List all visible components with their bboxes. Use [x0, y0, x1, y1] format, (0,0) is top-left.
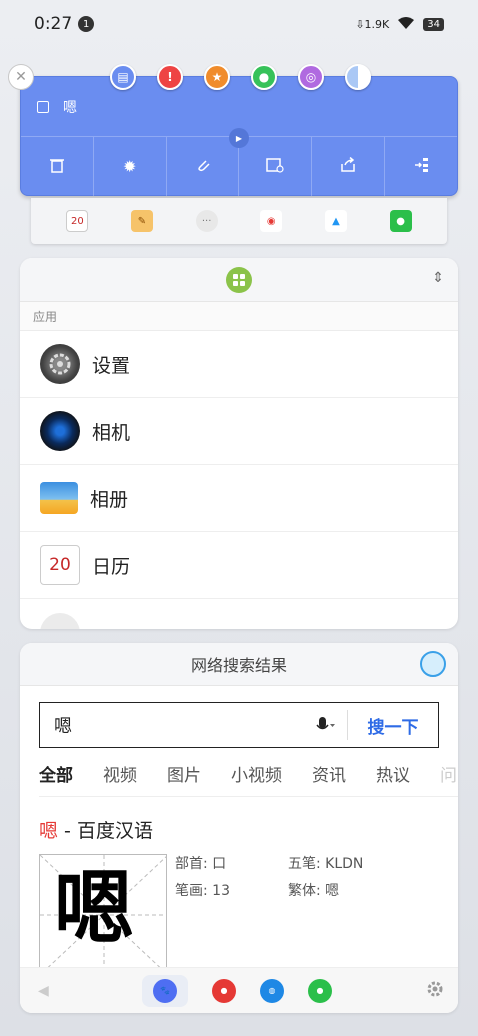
trash-icon	[49, 157, 65, 177]
app-item-calendar[interactable]: 20 日历	[20, 532, 458, 599]
apps-panel-header: ⇕	[20, 258, 458, 302]
upload-share-icon[interactable]: ▲	[324, 210, 347, 232]
notification-count-badge: 1	[78, 16, 95, 32]
status-bar: 0:27 1 ⇩1.9K 34	[0, 0, 478, 48]
result-title-text: - 百度汉语	[58, 820, 153, 842]
tab-images[interactable]: 图片	[167, 761, 201, 796]
back-arrow-icon[interactable]: ◀	[38, 983, 49, 999]
wifi-icon	[397, 16, 415, 33]
app-item-partial[interactable]	[20, 599, 458, 629]
apps-panel: ⇕ 应用 设置 相机 相册 20 日历	[20, 258, 458, 629]
app-label: 日历	[92, 555, 131, 578]
sort-icon[interactable]: ⇕	[432, 270, 444, 286]
engine-dock: 🐾 ● ◍ ●	[142, 974, 332, 1007]
expand-play-icon[interactable]: ▶	[229, 128, 249, 148]
search-input[interactable]	[40, 703, 304, 747]
red-engine-icon[interactable]: ●	[212, 978, 236, 1003]
color-blue-icon[interactable]: ▤	[110, 64, 136, 90]
camera-lens-icon	[40, 411, 80, 451]
color-green-icon[interactable]: ●	[251, 64, 277, 90]
message-share-icon[interactable]: ···	[195, 210, 218, 232]
calendar-clock-icon	[266, 157, 284, 177]
color-purple-icon[interactable]: ◎	[298, 64, 324, 90]
baidu-paw-icon: 🐾	[153, 978, 177, 1003]
app-item-camera[interactable]: 相机	[20, 398, 458, 465]
wechat-engine-icon[interactable]: ●	[308, 978, 332, 1003]
share-icon	[340, 156, 356, 177]
tab-news[interactable]: 资讯	[312, 761, 346, 796]
character-glyph: 嗯	[54, 862, 134, 955]
status-right: ⇩1.9K 34	[355, 16, 444, 33]
settings-icon[interactable]	[426, 980, 444, 1002]
tab-video[interactable]: 视频	[103, 761, 137, 796]
app-label: 相机	[92, 421, 131, 444]
tab-short-video[interactable]: 小视频	[231, 761, 282, 796]
radical-info: 部首: 口	[175, 856, 227, 872]
tab-discussion[interactable]: 热议	[376, 761, 410, 796]
globe-engine-icon[interactable]: ◍	[260, 978, 284, 1003]
strokes-info: 笔画: 13	[175, 883, 230, 899]
color-red-icon[interactable]: !	[157, 64, 183, 90]
delete-button[interactable]	[21, 137, 94, 196]
calendar-icon: 20	[40, 545, 80, 585]
calendar-share-icon[interactable]: 20	[66, 210, 89, 232]
settings-gear-icon	[40, 344, 80, 384]
hierarchy-icon	[413, 157, 429, 177]
note-checkbox[interactable]	[37, 100, 49, 113]
app-item-settings[interactable]: 设置	[20, 331, 458, 398]
color-picker: ▤ ! ★ ● ◎	[110, 64, 371, 90]
browser-icon[interactable]	[420, 651, 446, 677]
search-button[interactable]: 搜一下	[348, 713, 438, 738]
character-box: 嗯	[39, 854, 167, 974]
baidu-engine-button[interactable]: 🐾	[142, 974, 188, 1007]
share-button[interactable]	[312, 137, 386, 196]
attach-button[interactable]	[167, 137, 240, 196]
app-label: 设置	[92, 354, 131, 377]
sun-icon: ✹	[123, 157, 137, 176]
download-speed-indicator: ⇩1.9K	[355, 17, 390, 31]
close-button[interactable]: ✕	[8, 64, 34, 90]
bottom-bar: ◀ 🐾 ● ◍ ●	[20, 967, 458, 1013]
search-panel-header: 网络搜索结果	[20, 643, 458, 686]
reminder-button[interactable]	[239, 137, 313, 196]
result-title[interactable]: 嗯 - 百度汉语	[39, 816, 153, 843]
app-label: 相册	[90, 488, 129, 511]
weibo-share-icon[interactable]: ◉	[260, 210, 283, 232]
tab-more[interactable]: 问	[440, 761, 457, 796]
app-partial-icon	[40, 612, 80, 629]
brightness-button[interactable]: ✹	[94, 137, 167, 196]
note-card: 嗯 ▶ ✹	[20, 76, 458, 196]
apps-section-label: 应用	[20, 302, 458, 331]
gallery-photo-icon	[40, 482, 78, 514]
traditional-info: 繁体: 嗯	[288, 883, 340, 899]
wechat-share-icon[interactable]: ●	[389, 210, 412, 232]
search-box: 搜一下	[39, 702, 439, 748]
search-panel: 网络搜索结果 搜一下 全部 视频 图片 小视频 资讯 热议 问 嗯 - 百度汉语…	[20, 643, 458, 1013]
memo-share-icon[interactable]: ✎	[130, 210, 153, 232]
result-highlight: 嗯	[39, 820, 59, 842]
app-item-gallery[interactable]: 相册	[20, 465, 458, 532]
note-text: 嗯	[63, 99, 77, 116]
search-tabs: 全部 视频 图片 小视频 资讯 热议 问	[39, 761, 458, 797]
status-time: 0:27	[34, 14, 73, 34]
color-orange-icon[interactable]: ★	[204, 64, 230, 90]
microphone-icon[interactable]	[304, 710, 348, 740]
color-white-icon[interactable]	[345, 64, 371, 90]
apps-grid-icon[interactable]	[226, 267, 252, 293]
subtask-button[interactable]	[385, 137, 457, 196]
tab-all[interactable]: 全部	[39, 761, 73, 796]
battery-icon: 34	[423, 17, 444, 31]
paperclip-icon	[195, 157, 211, 177]
search-panel-title: 网络搜索结果	[190, 656, 287, 675]
wubi-info: 五笔: KLDN	[288, 856, 364, 872]
share-targets-row: 20 ✎ ··· ◉ ▲ ●	[31, 198, 447, 244]
